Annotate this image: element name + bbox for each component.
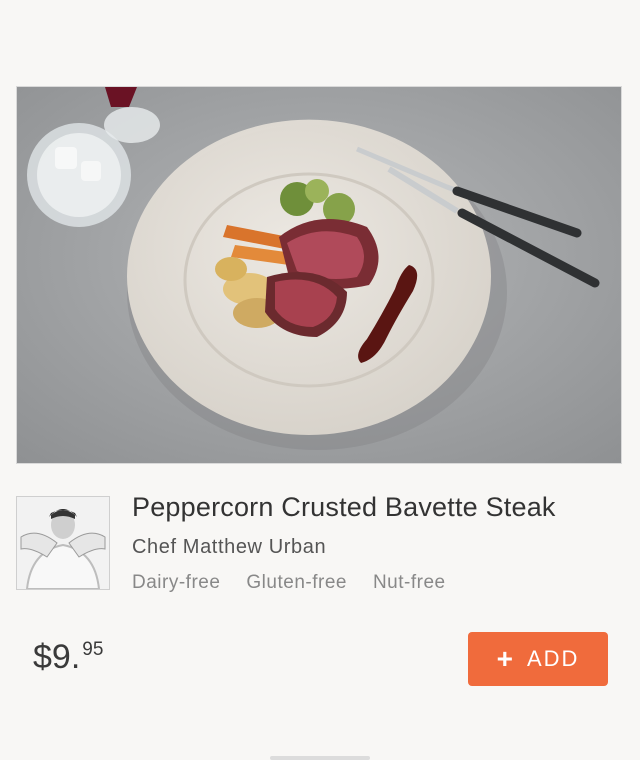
price: $ 9. 95: [33, 638, 103, 676]
scroll-indicator: [270, 756, 370, 760]
tag-dairy-free: Dairy-free: [132, 572, 221, 593]
price-currency: $: [33, 638, 52, 676]
dish-title: Peppercorn Crusted Bavette Steak: [132, 492, 556, 522]
chef-avatar: [16, 496, 110, 590]
tag-nut-free: Nut-free: [372, 572, 446, 593]
chef-name: Chef Matthew Urban: [132, 536, 327, 558]
plus-icon: +: [496, 643, 513, 674]
tag-gluten-free: Gluten-free: [246, 572, 347, 593]
diet-tags: Dairy-free Gluten-free Nut-free: [132, 572, 446, 594]
price-cents: 95: [82, 639, 104, 660]
price-dollars: 9.: [51, 638, 81, 676]
dish-image: [16, 86, 622, 464]
add-to-cart-button[interactable]: + ADD: [468, 632, 608, 686]
add-button-label: ADD: [526, 646, 580, 671]
